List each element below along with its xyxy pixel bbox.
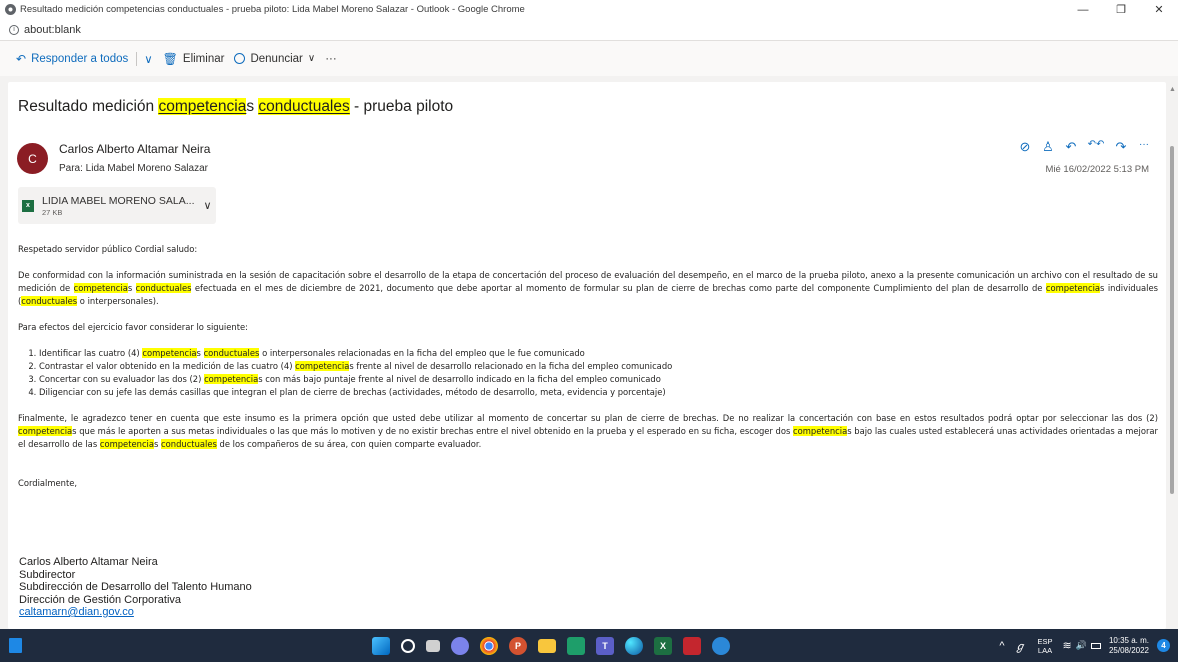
sensitivity-icon[interactable]: ⊘ xyxy=(1018,139,1032,155)
start-icon[interactable] xyxy=(372,636,390,655)
signature-unit: Subdirección de Desarrollo del Talento H… xyxy=(19,581,252,593)
scrollbar-thumb[interactable] xyxy=(1170,146,1174,494)
paragraph-3: Finalmente, le agradezco tener en cuenta… xyxy=(18,413,1158,449)
powerpoint-icon[interactable]: P xyxy=(509,636,527,655)
attachment-name: LIDIA MABEL MORENO SALA... xyxy=(42,194,195,207)
scrollbar[interactable]: ▲ xyxy=(1167,82,1177,629)
browser-titlebar: Resultado medición competencias conductu… xyxy=(0,0,1178,19)
closing: Cordialmente, xyxy=(18,478,78,488)
attachment-size: 27 KB xyxy=(42,207,63,217)
close-button[interactable]: ✕ xyxy=(1140,0,1178,19)
window-title: Resultado medición competencias conductu… xyxy=(20,4,525,15)
more-icon: ··· xyxy=(325,52,337,65)
url-text[interactable]: about:blank xyxy=(24,24,81,36)
greeting: Respetado servidor público Cordial salud… xyxy=(18,244,198,254)
reply-all-icon: ↶ xyxy=(16,51,27,66)
list-item: Diligenciar con su jefe las demás casill… xyxy=(39,386,1158,399)
task-view-icon[interactable] xyxy=(426,639,440,652)
forward-icon[interactable]: ↷ xyxy=(1114,139,1128,155)
chrome-icon[interactable] xyxy=(480,636,498,655)
minimize-button[interactable]: — xyxy=(1064,0,1102,19)
signature-email-link[interactable]: caltamarn@dian.gov.co xyxy=(19,606,134,618)
attachment-info: LIDIA MABEL MORENO SALA... 27 KB xyxy=(42,195,195,217)
like-icon[interactable]: ♙ xyxy=(1041,139,1055,155)
delete-button[interactable]: 🗑 Eliminar xyxy=(163,52,225,66)
signature-division: Dirección de Gestión Corporativa xyxy=(19,593,182,606)
chrome-icon xyxy=(5,4,16,15)
pen-icon[interactable]: ℊ xyxy=(1015,638,1026,654)
message-date: Mié 16/02/2022 5:13 PM xyxy=(1045,164,1149,175)
edge-icon[interactable] xyxy=(625,636,643,655)
search-icon[interactable] xyxy=(401,638,415,653)
volume-icon[interactable]: 🔊 xyxy=(1076,640,1087,651)
signature: Carlos Alberto Altamar Neira Subdirector… xyxy=(19,556,252,619)
attachment-card[interactable]: x LIDIA MABEL MORENO SALA... 27 KB ∨ xyxy=(18,187,216,224)
teams-icon[interactable]: T xyxy=(596,636,614,655)
message-pane: Resultado medición competencias conductu… xyxy=(8,82,1166,629)
taskbar: P T X ^ ℊ ESP LAA ≋ 🔊 10:35 a. m. 25/08/… xyxy=(0,629,1178,662)
system-tray: ^ ℊ ESP LAA ≋ 🔊 10:35 a. m. 25/08/2022 4 xyxy=(999,629,1170,662)
avatar[interactable]: C xyxy=(17,143,48,174)
wifi-icon[interactable]: ≋ xyxy=(1063,639,1072,652)
more-actions-button[interactable]: ··· xyxy=(325,53,337,65)
maximize-button[interactable]: ❐ xyxy=(1102,0,1140,19)
signature-name: Carlos Alberto Altamar Neira xyxy=(19,556,158,568)
more-icon[interactable]: ··· xyxy=(1137,139,1151,155)
list-item: Contrastar el valor obtenido en la medic… xyxy=(39,360,1158,373)
message-actions: ⊘ ♙ ↶ ↶↶ ↷ ··· xyxy=(1018,139,1151,155)
chevron-down-icon: ∨ xyxy=(144,53,153,66)
sheets-icon[interactable] xyxy=(567,636,585,655)
app-check-icon[interactable] xyxy=(712,636,730,655)
block-icon xyxy=(234,53,246,64)
report-button[interactable]: Denunciar ∨ xyxy=(234,53,315,65)
excel-icon: x xyxy=(22,199,34,212)
battery-icon[interactable] xyxy=(1090,642,1101,649)
signature-role: Subdirector xyxy=(19,568,76,581)
reply-all-button[interactable]: ↶ Responder a todos xyxy=(16,52,128,66)
trash-icon: 🗑 xyxy=(162,51,178,66)
paragraph-1: De conformidad con la información sumini… xyxy=(18,270,1158,306)
chat-icon[interactable] xyxy=(451,636,469,655)
file-explorer-icon[interactable] xyxy=(538,638,556,653)
list-item: Concertar con su evaluador las dos (2) c… xyxy=(39,373,1158,386)
chevron-down-icon[interactable]: ∨ xyxy=(204,199,212,212)
reply-all-icon[interactable]: ↶↶ xyxy=(1087,139,1105,155)
info-icon[interactable]: i xyxy=(9,24,19,35)
recipient-line: Para: Lida Mabel Moreno Salazar xyxy=(59,163,208,174)
widgets-icon[interactable] xyxy=(9,638,22,653)
language-indicator[interactable]: ESP LAA xyxy=(1038,637,1053,655)
security-icon[interactable] xyxy=(683,636,701,655)
reply-icon[interactable]: ↶ xyxy=(1064,139,1078,155)
taskbar-apps: P T X xyxy=(372,629,730,662)
report-label: Denunciar xyxy=(250,52,303,65)
scroll-up-icon[interactable]: ▲ xyxy=(1169,86,1176,93)
message-body: Respetado servidor público Cordial salud… xyxy=(18,243,1158,490)
clock[interactable]: 10:35 a. m. 25/08/2022 xyxy=(1109,636,1149,656)
list-item: Identificar las cuatro (4) competencias … xyxy=(39,347,1158,360)
reply-options-chevron[interactable]: ∨ xyxy=(144,52,152,66)
instructions-list: Identificar las cuatro (4) competencias … xyxy=(39,347,1158,399)
excel-icon[interactable]: X xyxy=(654,636,672,655)
reply-all-label: Responder a todos xyxy=(31,52,129,65)
message-subject: Resultado medición competencias conductu… xyxy=(18,98,454,115)
delete-label: Eliminar xyxy=(182,52,225,65)
toolbar-divider xyxy=(136,51,138,66)
chevron-down-icon: ∨ xyxy=(307,53,316,64)
sender-name[interactable]: Carlos Alberto Altamar Neira xyxy=(59,142,210,156)
tray-overflow-icon[interactable]: ^ xyxy=(999,640,1004,652)
command-bar: ↶ Responder a todos ∨ 🗑 Eliminar Denunci… xyxy=(0,41,1178,76)
notifications-badge[interactable]: 4 xyxy=(1157,639,1170,652)
address-bar[interactable]: i about:blank xyxy=(0,19,1178,41)
paragraph-2: Para efectos del ejercicio favor conside… xyxy=(18,322,248,332)
window-controls: — ❐ ✕ xyxy=(1064,0,1178,19)
